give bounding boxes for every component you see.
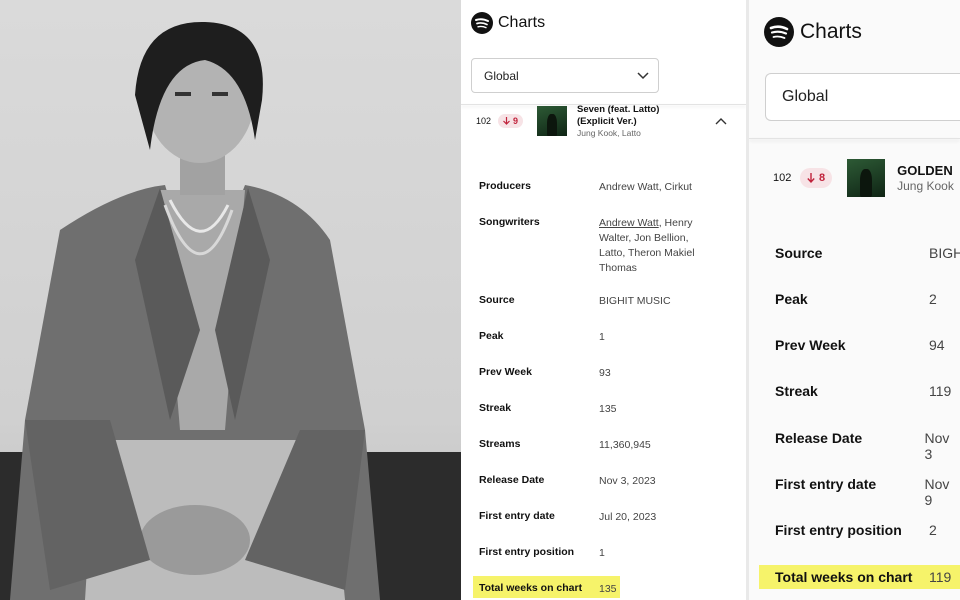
detail-songwriters: Songwriters Andrew Watt, Henry Walter, J… <box>479 216 695 274</box>
chart-detail-panel-seven: Charts Global 102 9 Seven (feat. Latto) … <box>461 0 746 600</box>
arrow-down-icon <box>503 117 510 125</box>
detail-release-date: Release Date Nov 3, 2023 <box>479 474 656 487</box>
track-artists: Jung Kook, Latto <box>577 127 641 138</box>
detail-total-weeks: Total weeks on chart 135 <box>479 582 617 595</box>
rank-movement-badge: 9 <box>498 114 524 128</box>
detail-source: Source BIGHIT MUSIC <box>479 294 671 307</box>
spotify-logo-icon <box>764 17 794 47</box>
detail-first-entry-date: First entry date Jul 20, 2023 <box>479 510 657 523</box>
spotify-logo-icon <box>471 12 493 34</box>
chart-detail-panel-golden: Charts Global 102 8 GOLDEN Jung Kook Sou… <box>749 0 960 600</box>
album-cover <box>847 159 886 197</box>
detail-first-entry-date: First entry date Nov 9 <box>775 476 950 508</box>
detail-peak: Peak 2 <box>775 291 937 307</box>
track-rank: 102 <box>773 172 792 184</box>
detail-first-entry-position: First entry position 2 <box>775 522 937 538</box>
arrow-down-icon <box>807 173 815 183</box>
detail-source: Source BIGH <box>775 245 960 261</box>
region-select-value: Global <box>782 88 829 105</box>
brand-title: Charts <box>800 20 862 43</box>
region-select[interactable]: Global <box>471 58 659 93</box>
detail-streak: Streak 119 <box>775 383 952 399</box>
songwriter-link[interactable]: Andrew Watt <box>599 217 659 229</box>
track-rank: 102 <box>476 116 492 126</box>
track-row-golden[interactable]: 102 8 GOLDEN Jung Kook <box>773 156 960 200</box>
detail-first-entry-position: First entry position 1 <box>479 546 605 559</box>
brand-title: Charts <box>498 14 546 31</box>
detail-prev-week: Prev Week 93 <box>479 366 611 379</box>
artist-photo <box>0 0 461 600</box>
detail-prev-week: Prev Week 94 <box>775 337 945 353</box>
detail-release-date: Release Date Nov 3 <box>775 430 950 462</box>
track-title: GOLDEN <box>897 163 953 178</box>
detail-producers: Producers Andrew Watt, Cirkut <box>479 180 692 193</box>
charts-brand[interactable]: Charts <box>471 12 545 34</box>
detail-peak: Peak 1 <box>479 330 605 343</box>
chevron-up-icon[interactable] <box>715 117 727 125</box>
album-cover <box>537 106 568 136</box>
track-title-line2: (Explicit Ver.) <box>577 115 637 127</box>
detail-streams: Streams 11,360,945 <box>479 438 651 451</box>
artist-figure <box>10 21 380 600</box>
track-artists: Jung Kook <box>897 179 954 193</box>
detail-total-weeks: Total weeks on chart 119 <box>775 569 952 585</box>
chevron-down-icon <box>637 72 649 80</box>
header-divider <box>749 138 960 139</box>
track-row-seven[interactable]: 102 9 Seven (feat. Latto) (Explicit Ver.… <box>476 104 741 138</box>
charts-brand[interactable]: Charts <box>764 17 862 47</box>
rank-movement-badge: 8 <box>800 168 833 188</box>
region-select[interactable]: Global <box>765 73 960 121</box>
detail-streak: Streak 135 <box>479 402 617 415</box>
region-select-value: Global <box>484 68 519 83</box>
track-title-line1: Seven (feat. Latto) <box>577 103 660 115</box>
